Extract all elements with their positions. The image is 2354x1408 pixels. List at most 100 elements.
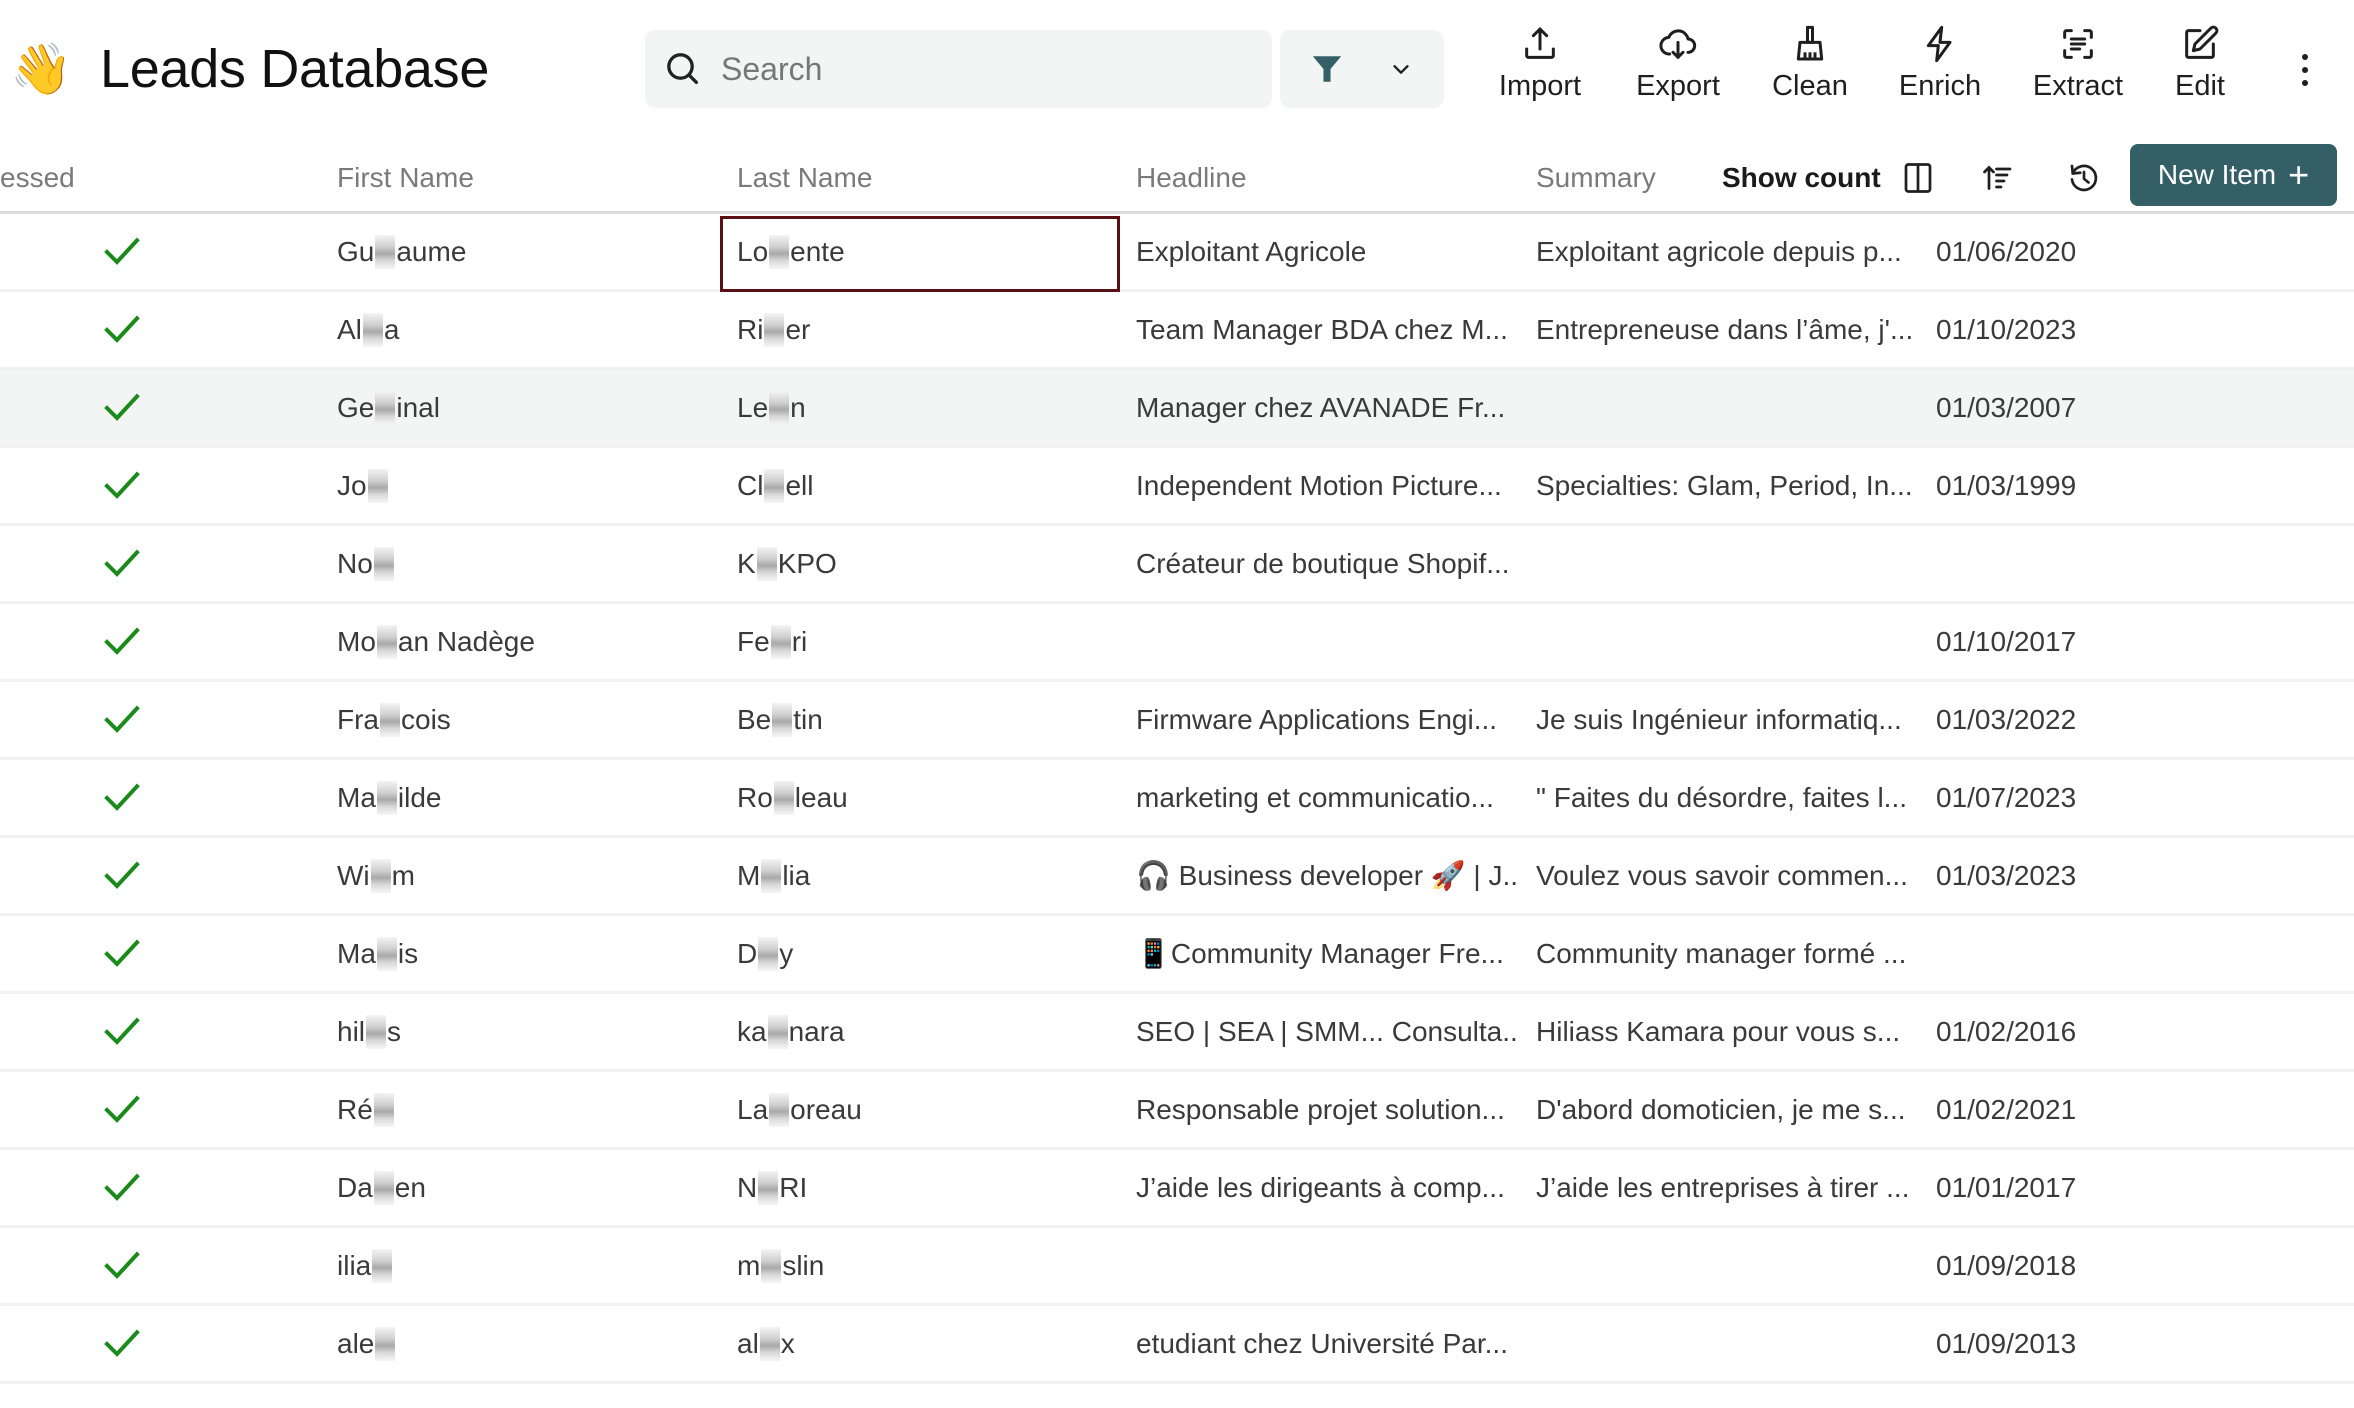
processed-cell[interactable] (100, 526, 144, 601)
headline-cell[interactable]: Independent Motion Picture... (1136, 448, 1516, 523)
first-name-cell[interactable]: Wi m (337, 838, 717, 913)
table-row[interactable]: Ge inal Le n Manager chez AVANADE Fr... 01/03… (0, 370, 2354, 448)
first-name-cell[interactable]: Al a (337, 292, 717, 367)
table-row[interactable]: ale al x etudiant chez Université Par... 01/… (0, 1306, 2354, 1384)
summary-cell[interactable] (1536, 370, 1926, 445)
first-name-cell[interactable]: Fra cois (337, 682, 717, 757)
last-name-cell[interactable]: N RI (737, 1150, 1117, 1225)
clean-button[interactable]: Clean (1765, 24, 1855, 110)
sort-icon[interactable] (1980, 160, 2016, 196)
date-cell[interactable] (1936, 916, 2156, 991)
summary-cell[interactable]: Entrepreneuse dans l’âme, j'... (1536, 292, 1926, 367)
chevron-down-icon[interactable] (1390, 58, 1412, 80)
first-name-cell[interactable]: hil s (337, 994, 717, 1069)
last-name-cell[interactable]: al x (737, 1306, 1117, 1381)
search-input[interactable] (721, 30, 1272, 108)
headline-cell[interactable]: Firmware Applications Engi... (1136, 682, 1516, 757)
last-name-cell[interactable]: m slin (737, 1228, 1117, 1303)
table-row[interactable]: Ma ilde Ro leau marketing et communicatio...… (0, 760, 2354, 838)
table-row[interactable]: Al a Ri er Team Manager BDA chez M... Entrepr… (0, 292, 2354, 370)
column-header-headline[interactable]: Headline (1136, 144, 1247, 212)
processed-cell[interactable] (100, 994, 144, 1069)
last-name-cell[interactable]: Cl ell (737, 448, 1117, 523)
processed-cell[interactable] (100, 1150, 144, 1225)
last-name-cell[interactable]: ka nara (737, 994, 1117, 1069)
headline-cell[interactable] (1136, 1228, 1516, 1303)
date-cell[interactable]: 01/03/1999 (1936, 448, 2156, 523)
date-cell[interactable]: 01/03/2023 (1936, 838, 2156, 913)
column-header-summary[interactable]: Summary (1536, 144, 1656, 212)
first-name-cell[interactable]: Ma is (337, 916, 717, 991)
new-item-button[interactable]: New Item + (2130, 144, 2337, 206)
first-name-cell[interactable]: Ré (337, 1072, 717, 1147)
summary-cell[interactable]: Je suis Ingénieur informatiq... (1536, 682, 1926, 757)
summary-cell[interactable]: Community manager formé ... (1536, 916, 1926, 991)
table-row[interactable]: Ré La oreau Responsable projet solution... D… (0, 1072, 2354, 1150)
table-row[interactable]: Ma is Dy 📱Community Manager Fre... Community… (0, 916, 2354, 994)
summary-cell[interactable]: Voulez vous savoir commen... (1536, 838, 1926, 913)
processed-cell[interactable] (100, 448, 144, 523)
filter-button[interactable] (1280, 30, 1444, 108)
summary-cell[interactable] (1536, 604, 1926, 679)
last-name-cell[interactable]: Ri er (737, 292, 1117, 367)
summary-cell[interactable]: Specialties: Glam, Period, In... (1536, 448, 1926, 523)
summary-cell[interactable]: " Faites du désordre, faites l... (1536, 760, 1926, 835)
date-cell[interactable]: 01/02/2021 (1936, 1072, 2156, 1147)
processed-cell[interactable] (100, 682, 144, 757)
first-name-cell[interactable]: Ge inal (337, 370, 717, 445)
table-row[interactable]: No K KPO Créateur de boutique Shopif... (0, 526, 2354, 604)
last-name-cell[interactable]: Ro leau (737, 760, 1117, 835)
processed-cell[interactable] (100, 838, 144, 913)
headline-cell[interactable]: Responsable projet solution... (1136, 1072, 1516, 1147)
processed-cell[interactable] (100, 214, 144, 289)
processed-cell[interactable] (100, 916, 144, 991)
headline-cell[interactable]: Exploitant Agricole (1136, 214, 1516, 289)
summary-cell[interactable] (1536, 1228, 1926, 1303)
date-cell[interactable]: 01/10/2017 (1936, 604, 2156, 679)
last-name-cell[interactable]: Lo ente (737, 214, 1117, 289)
date-cell[interactable]: 01/03/2022 (1936, 682, 2156, 757)
first-name-cell[interactable]: Jo (337, 448, 717, 523)
first-name-cell[interactable]: Ma ilde (337, 760, 717, 835)
last-name-cell[interactable]: Fe ri (737, 604, 1117, 679)
edit-button[interactable]: Edit (2160, 24, 2240, 110)
headline-cell[interactable] (1136, 604, 1516, 679)
processed-cell[interactable] (100, 1072, 144, 1147)
show-count-toggle[interactable]: Show count (1722, 144, 1881, 212)
date-cell[interactable] (1936, 526, 2156, 601)
export-button[interactable]: Export (1630, 24, 1726, 110)
headline-cell[interactable]: SEO | SEA | SMM... Consulta... (1136, 994, 1516, 1069)
import-button[interactable]: Import (1495, 24, 1585, 110)
processed-cell[interactable] (100, 1306, 144, 1381)
table-row[interactable]: Gu aume Lo ente Exploitant Agricole Exploitan… (0, 214, 2354, 292)
headline-cell[interactable]: Team Manager BDA chez M... (1136, 292, 1516, 367)
last-name-cell[interactable]: Mlia (737, 838, 1117, 913)
date-cell[interactable]: 01/07/2023 (1936, 760, 2156, 835)
column-header-last-name[interactable]: Last Name (737, 144, 872, 212)
processed-cell[interactable] (100, 760, 144, 835)
headline-cell[interactable]: 🎧 Business developer 🚀 | J... (1136, 838, 1516, 913)
last-name-cell[interactable]: La oreau (737, 1072, 1117, 1147)
first-name-cell[interactable]: Da en (337, 1150, 717, 1225)
summary-cell[interactable]: D'abord domoticien, je me s... (1536, 1072, 1926, 1147)
table-row[interactable]: Mo an Nadège Fe ri 01/10/2017 (0, 604, 2354, 682)
headline-cell[interactable]: Créateur de boutique Shopif... (1136, 526, 1516, 601)
date-cell[interactable]: 01/10/2023 (1936, 292, 2156, 367)
headline-cell[interactable]: J’aide les dirigeants à comp... (1136, 1150, 1516, 1225)
last-name-cell[interactable]: Le n (737, 370, 1117, 445)
summary-cell[interactable]: Exploitant agricole depuis p... (1536, 214, 1926, 289)
columns-icon[interactable] (1900, 160, 1936, 196)
table-row[interactable]: Fra cois Be tin Firmware Applications Engi..… (0, 682, 2354, 760)
date-cell[interactable]: 01/01/2017 (1936, 1150, 2156, 1225)
first-name-cell[interactable]: No (337, 526, 717, 601)
table-row[interactable]: ilia m slin 01/09/2018 (0, 1228, 2354, 1306)
table-row[interactable]: Jo Cl ell Independent Motion Picture... Spec… (0, 448, 2354, 526)
more-vertical-icon[interactable] (2290, 50, 2320, 90)
processed-cell[interactable] (100, 292, 144, 367)
search-box[interactable] (645, 30, 1272, 108)
date-cell[interactable]: 01/03/2007 (1936, 370, 2156, 445)
date-cell[interactable]: 01/02/2016 (1936, 994, 2156, 1069)
processed-cell[interactable] (100, 604, 144, 679)
last-name-cell[interactable]: Be tin (737, 682, 1117, 757)
processed-cell[interactable] (100, 370, 144, 445)
